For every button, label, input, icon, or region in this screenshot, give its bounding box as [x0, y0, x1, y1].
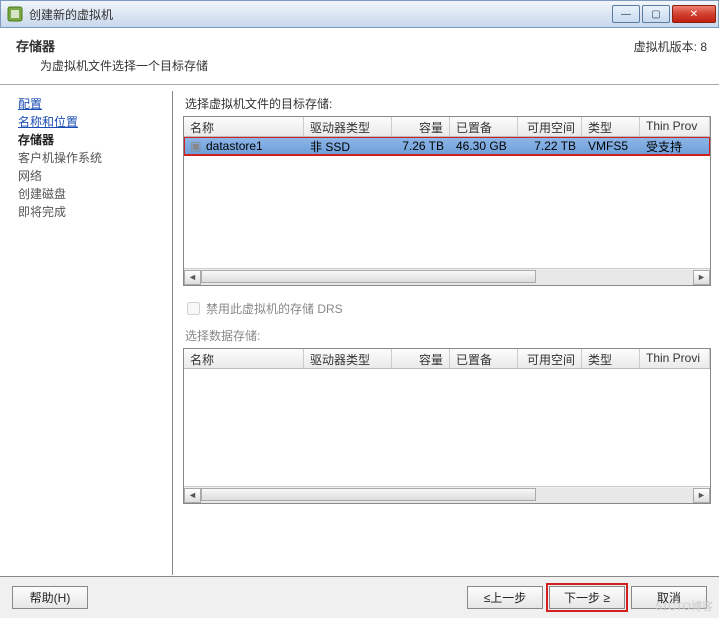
col2-provisioned[interactable]: 已置备 — [450, 349, 518, 368]
scroll-left-icon[interactable]: ◄ — [184, 488, 201, 503]
scroll-thumb[interactable] — [201, 488, 536, 501]
datastore-row[interactable]: ▣datastore1 非 SSD 7.26 TB 46.30 GB 7.22 … — [184, 137, 710, 155]
grid-scrollbar[interactable]: ◄ ► — [184, 268, 710, 285]
step-guest-os: 客户机操作系统 — [18, 149, 168, 167]
col-name[interactable]: 名称 — [184, 117, 304, 136]
step-network: 网络 — [18, 167, 168, 185]
select-profile-label: 选择数据存储: — [185, 327, 717, 344]
help-button[interactable]: 帮助(H) — [12, 586, 88, 609]
col2-drive-type[interactable]: 驱动器类型 — [304, 349, 392, 368]
cell-capacity: 7.26 TB — [392, 139, 450, 153]
col-type[interactable]: 类型 — [582, 117, 640, 136]
step-ready-complete: 即将完成 — [18, 203, 168, 221]
col-provisioned[interactable]: 已置备 — [450, 117, 518, 136]
cell-name: datastore1 — [206, 139, 263, 153]
minimize-button[interactable]: — — [612, 5, 640, 23]
scroll-thumb[interactable] — [201, 270, 536, 283]
disable-storage-drs[interactable]: 禁用此虚拟机的存储 DRS — [187, 300, 717, 317]
profile-grid-body — [184, 369, 710, 486]
disable-drs-label: 禁用此虚拟机的存储 DRS — [206, 300, 343, 317]
col-thin[interactable]: Thin Prov — [640, 117, 710, 136]
cell-drive: 非 SSD — [304, 138, 392, 155]
wizard-body: 配置 名称和位置 存储器 客户机操作系统 网络 创建磁盘 即将完成 选择虚拟机文… — [0, 85, 719, 575]
vm-version-label: 虚拟机版本: 8 — [634, 36, 707, 55]
col2-name[interactable]: 名称 — [184, 349, 304, 368]
window-buttons: — ▢ ✕ — [612, 5, 716, 23]
col-capacity[interactable]: 容量 — [392, 117, 450, 136]
app-icon — [7, 6, 23, 22]
cancel-button[interactable]: 取消 — [631, 586, 707, 609]
scroll-right-icon[interactable]: ► — [693, 270, 710, 285]
datastore-grid: 名称 驱动器类型 容量 已置备 可用空间 类型 Thin Prov ▣datas… — [183, 116, 711, 286]
cell-thin: 受支持 — [640, 138, 710, 155]
next-button[interactable]: 下一步 ≥ — [549, 586, 625, 609]
datastore-icon: ▣ — [190, 139, 204, 153]
step-create-disk: 创建磁盘 — [18, 185, 168, 203]
datastore-grid-header: 名称 驱动器类型 容量 已置备 可用空间 类型 Thin Prov — [184, 117, 710, 137]
cell-provisioned: 46.30 GB — [450, 139, 518, 153]
back-button[interactable]: ≤上一步 — [467, 586, 543, 609]
scroll-right-icon[interactable]: ► — [693, 488, 710, 503]
scroll-track[interactable] — [201, 488, 693, 503]
col2-capacity[interactable]: 容量 — [392, 349, 450, 368]
step-name-location[interactable]: 名称和位置 — [18, 113, 168, 131]
profile-grid: 名称 驱动器类型 容量 已置备 可用空间 类型 Thin Provi ◄ ► — [183, 348, 711, 504]
profile-grid-scrollbar[interactable]: ◄ ► — [184, 486, 710, 503]
col2-type[interactable]: 类型 — [582, 349, 640, 368]
maximize-button[interactable]: ▢ — [642, 5, 670, 23]
scroll-track[interactable] — [201, 270, 693, 285]
wizard-header: 存储器 为虚拟机文件选择一个目标存储 虚拟机版本: 8 — [0, 28, 719, 85]
datastore-grid-body: ▣datastore1 非 SSD 7.26 TB 46.30 GB 7.22 … — [184, 137, 710, 268]
col2-thin[interactable]: Thin Provi — [640, 349, 710, 368]
content-pane: 选择虚拟机文件的目标存储: 名称 驱动器类型 容量 已置备 可用空间 类型 Th… — [172, 91, 719, 575]
close-button[interactable]: ✕ — [672, 5, 716, 23]
step-configuration[interactable]: 配置 — [18, 95, 168, 113]
select-target-label: 选择虚拟机文件的目标存储: — [185, 95, 717, 112]
window-title: 创建新的虚拟机 — [27, 6, 612, 23]
step-storage: 存储器 — [18, 131, 168, 149]
titlebar: 创建新的虚拟机 — ▢ ✕ — [0, 0, 719, 28]
col2-free[interactable]: 可用空间 — [518, 349, 582, 368]
profile-grid-header: 名称 驱动器类型 容量 已置备 可用空间 类型 Thin Provi — [184, 349, 710, 369]
page-description: 为虚拟机文件选择一个目标存储 — [12, 57, 634, 74]
disable-drs-checkbox — [187, 302, 200, 315]
cell-free: 7.22 TB — [518, 139, 582, 153]
cell-type: VMFS5 — [582, 139, 640, 153]
wizard-steps: 配置 名称和位置 存储器 客户机操作系统 网络 创建磁盘 即将完成 — [0, 85, 172, 575]
col-free[interactable]: 可用空间 — [518, 117, 582, 136]
page-title: 存储器 — [12, 36, 634, 55]
col-drive-type[interactable]: 驱动器类型 — [304, 117, 392, 136]
scroll-left-icon[interactable]: ◄ — [184, 270, 201, 285]
wizard-footer: 帮助(H) ≤上一步 下一步 ≥ 取消 — [0, 576, 719, 618]
